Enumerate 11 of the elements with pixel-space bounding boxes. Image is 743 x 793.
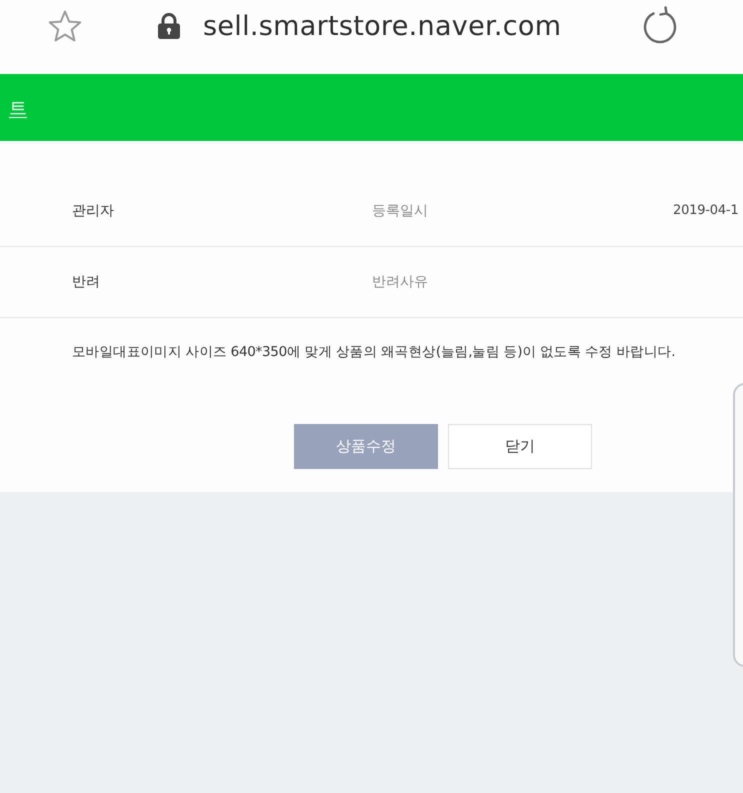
row-label: 반려 — [72, 273, 101, 291]
url-text[interactable]: sell.smartstore.naver.com — [203, 10, 562, 42]
field-label: 등록일시 — [372, 202, 429, 220]
field-label: 반려사유 — [372, 273, 429, 291]
field-value: 2019-04-1 — [673, 203, 740, 218]
reload-icon[interactable] — [641, 6, 679, 46]
close-button[interactable]: 닫기 — [448, 424, 592, 469]
lock-icon — [158, 13, 180, 39]
rejection-message: 모바일대표이미지 사이즈 640*350에 맞게 상품의 왜곡현상(늘림,눌림 등)이 없도록 수정 바랍니다. — [72, 343, 676, 361]
star-icon[interactable] — [48, 10, 82, 42]
row-label: 관리자 — [72, 202, 115, 220]
